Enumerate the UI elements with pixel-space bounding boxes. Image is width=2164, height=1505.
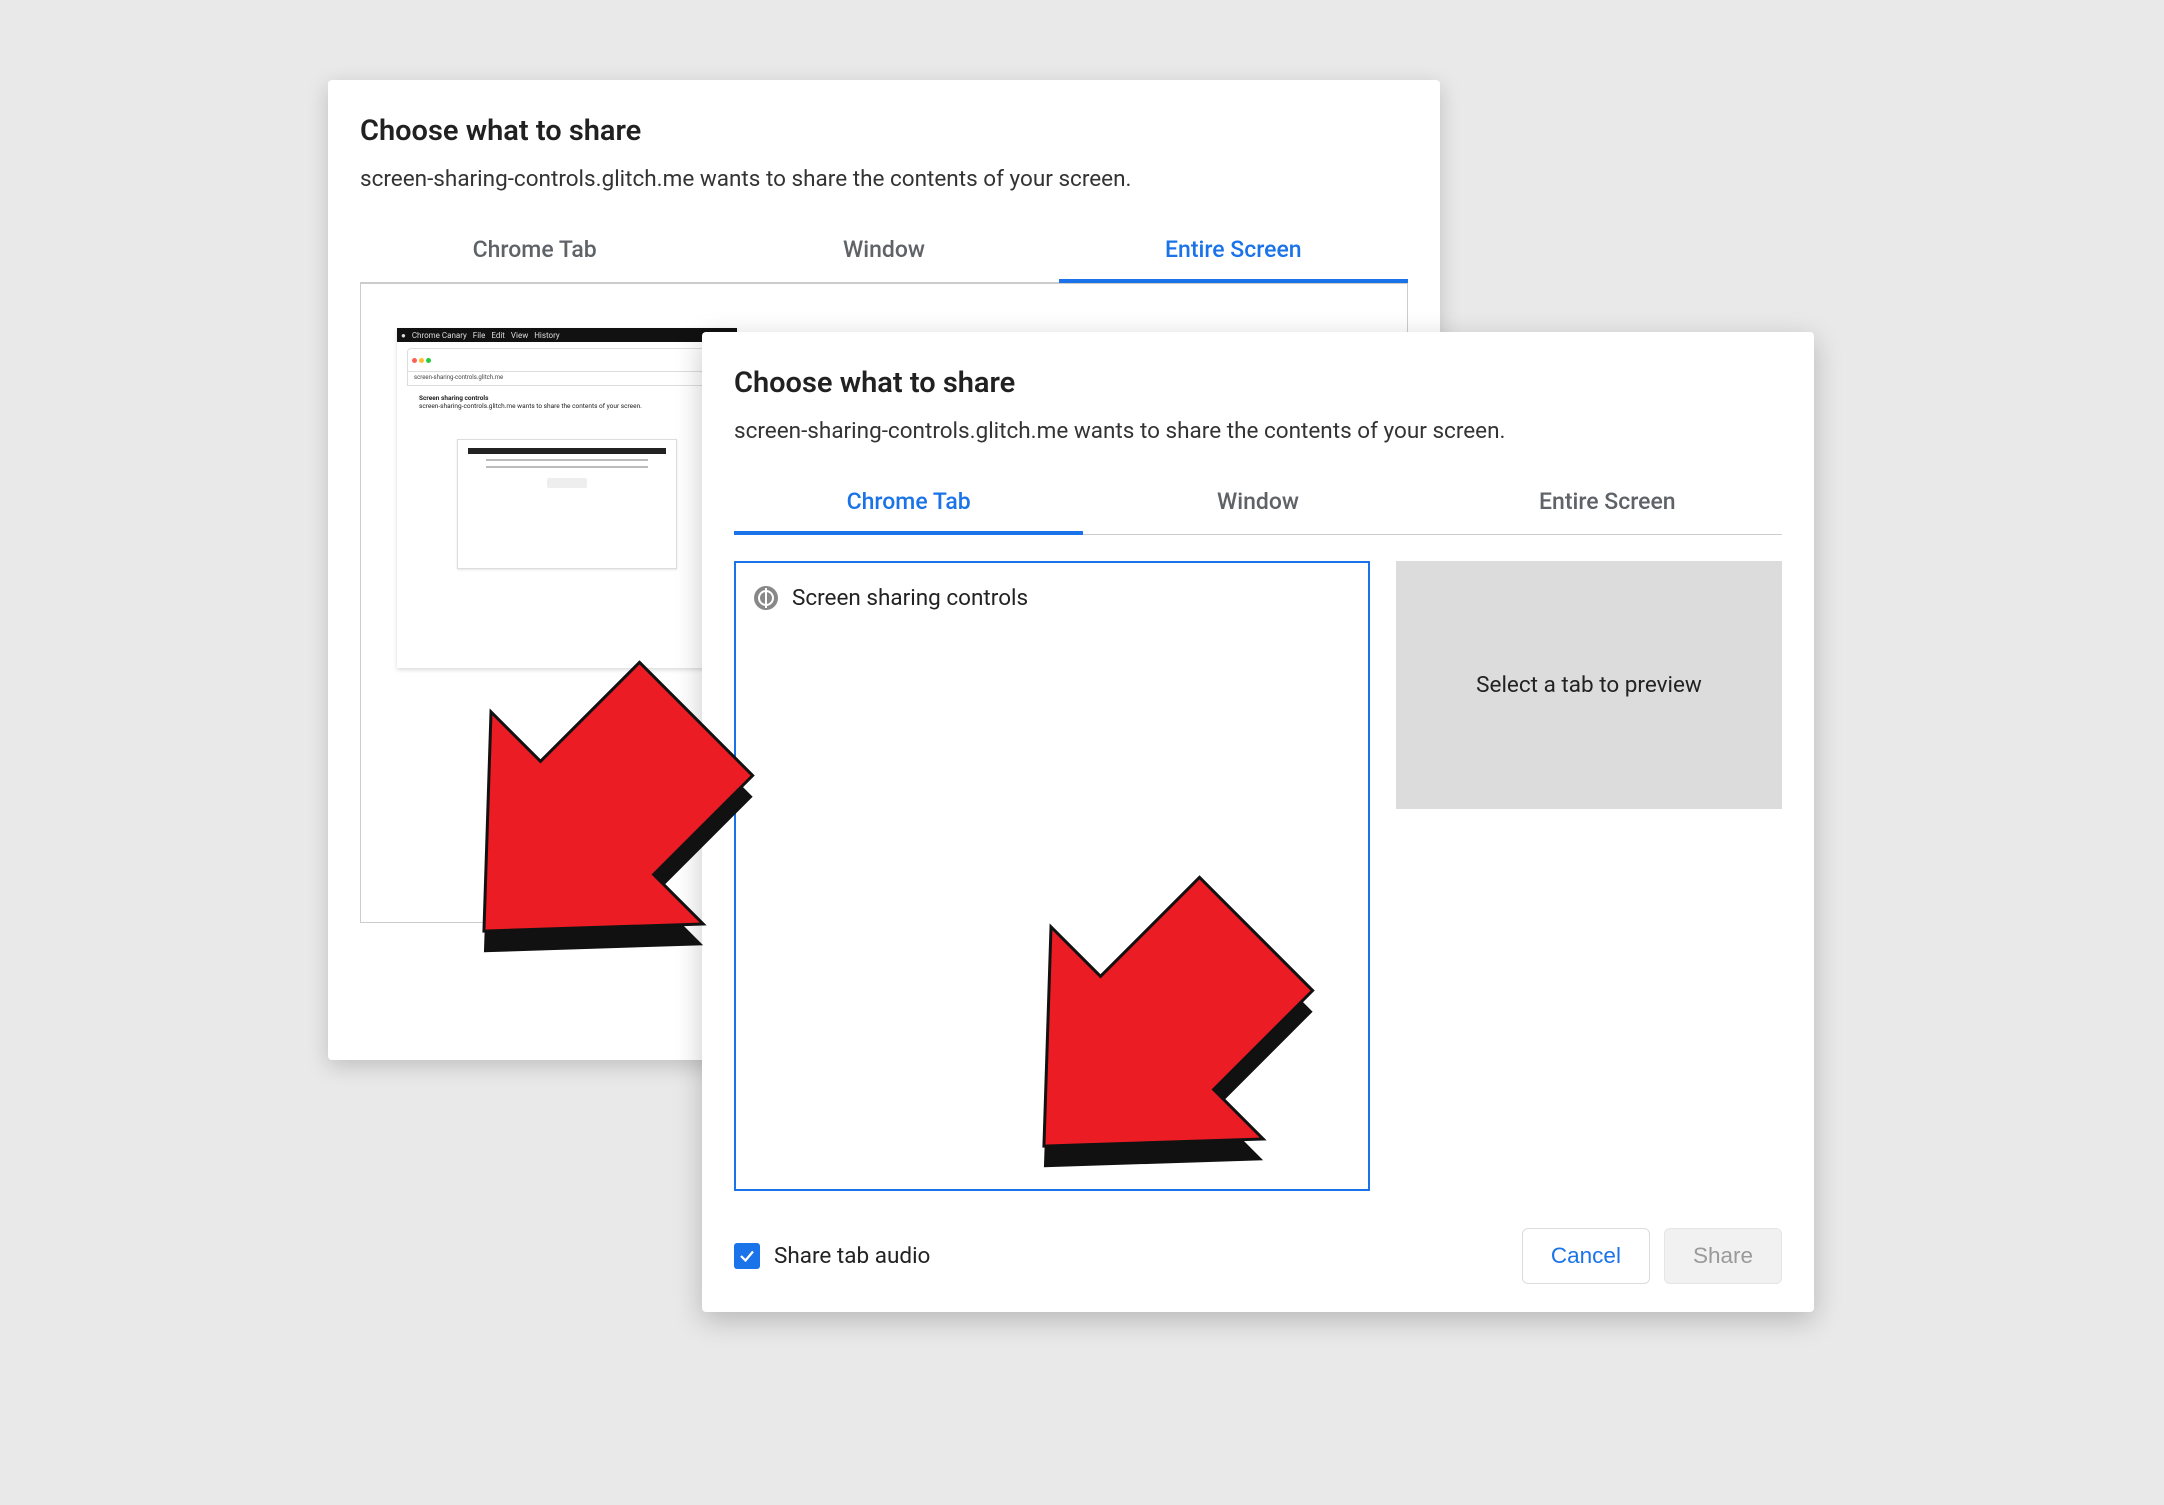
source-tabs: Chrome Tab Window Entire Screen	[734, 472, 1782, 535]
dialog-footer: Share tab audio Cancel Share	[734, 1202, 1782, 1284]
share-dialog-chrome-tab: Choose what to share screen-sharing-cont…	[702, 332, 1814, 1312]
cancel-button[interactable]: Cancel	[1522, 1228, 1650, 1284]
tab-chrome-tab[interactable]: Chrome Tab	[360, 220, 709, 282]
dialog-title: Choose what to share	[360, 114, 1408, 148]
checkbox-checked-icon	[734, 1243, 760, 1269]
dialog-subtitle: screen-sharing-controls.glitch.me wants …	[360, 166, 1408, 192]
tab-chrome-tab[interactable]: Chrome Tab	[734, 472, 1083, 535]
tab-preview-placeholder: Select a tab to preview	[1396, 561, 1782, 809]
source-tabs: Chrome Tab Window Entire Screen	[360, 220, 1408, 283]
tab-entire-screen[interactable]: Entire Screen	[1059, 220, 1408, 283]
tab-list-item-label: Screen sharing controls	[792, 585, 1028, 611]
tab-list: Screen sharing controls	[734, 561, 1370, 1191]
tab-list-item[interactable]: Screen sharing controls	[750, 579, 1354, 617]
tab-window[interactable]: Window	[709, 220, 1058, 282]
globe-icon	[754, 586, 778, 610]
share-tab-audio-checkbox[interactable]: Share tab audio	[734, 1243, 930, 1269]
share-tab-audio-label: Share tab audio	[774, 1243, 930, 1269]
dialog-subtitle: screen-sharing-controls.glitch.me wants …	[734, 418, 1782, 444]
share-button[interactable]: Share	[1664, 1228, 1782, 1284]
tab-entire-screen[interactable]: Entire Screen	[1433, 472, 1782, 534]
screen-thumbnail[interactable]: ●Chrome CanaryFileEditViewHistory screen…	[397, 328, 737, 668]
tab-window[interactable]: Window	[1083, 472, 1432, 534]
dialog-title: Choose what to share	[734, 366, 1782, 400]
